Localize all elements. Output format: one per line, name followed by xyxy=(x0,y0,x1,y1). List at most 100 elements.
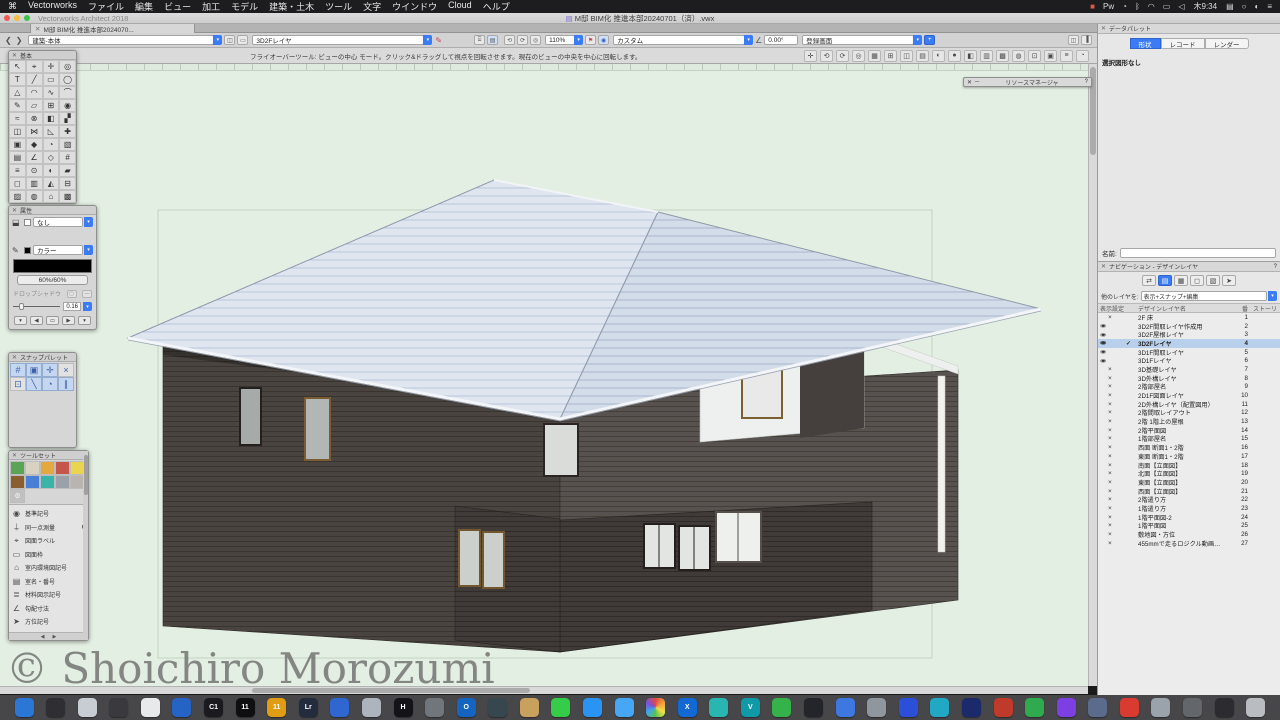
tab-close-icon[interactable]: ✕ xyxy=(35,25,40,33)
mode-icon-button[interactable]: ◍ xyxy=(1012,50,1025,62)
view-back-button[interactable]: ❮ xyxy=(3,36,14,45)
navigation-mode-button[interactable]: ⇄ xyxy=(1142,275,1156,286)
menu-item[interactable]: ビュー xyxy=(164,0,191,13)
dock-app-icon[interactable]: H xyxy=(394,698,413,717)
layer-row[interactable]: ◉× ✓ 北面【立面図】 19 xyxy=(1098,469,1280,478)
menubar-icon[interactable]: ▤ xyxy=(1226,2,1234,11)
rotate-left-button[interactable]: ⟲ xyxy=(504,35,515,45)
layer-name[interactable]: 3D1Fレイヤ xyxy=(1138,356,1232,365)
edit-pen-icon[interactable]: ✎ xyxy=(435,36,442,45)
tool-button[interactable]: ⊞ xyxy=(43,99,60,112)
dock-app-icon[interactable] xyxy=(772,698,791,717)
tool-button[interactable]: ▰ xyxy=(59,164,76,177)
publish-button[interactable]: ▤ xyxy=(487,35,498,45)
toolset-scrollbar[interactable] xyxy=(83,451,88,640)
tool-button[interactable]: ◆ xyxy=(26,138,43,151)
dock-app-icon[interactable] xyxy=(488,698,507,717)
layer-row[interactable]: ◉× ✓ 2階遣り方 22 xyxy=(1098,495,1280,504)
layer-visibility-cell[interactable]: ◉× xyxy=(1100,505,1126,512)
data-palette-tab[interactable]: 形状 xyxy=(1130,38,1161,49)
layer-visibility-dropdown[interactable]: 表示+スナップ+編集 xyxy=(1141,291,1268,301)
dock-app-icon[interactable] xyxy=(15,698,34,717)
layer-visibility-cell[interactable]: ◉× xyxy=(1100,375,1126,382)
dock-app-icon[interactable] xyxy=(425,698,444,717)
layer-visibility-cell[interactable]: ◉× xyxy=(1100,531,1126,538)
layer-visibility-cell[interactable]: ◉× xyxy=(1100,479,1126,486)
navigation-mode-button[interactable]: ➤ xyxy=(1222,275,1236,286)
dock-app-icon[interactable]: C1 xyxy=(204,698,223,717)
navigation-mode-button[interactable]: ▤ xyxy=(1158,275,1172,286)
layer-name[interactable]: 3D外構レイヤ xyxy=(1138,374,1232,383)
tool-button[interactable]: ⊟ xyxy=(59,177,76,190)
tool-button[interactable]: ⌖ xyxy=(26,60,43,73)
layer-row[interactable]: ◉× ✓ 南面【立面図】 18 xyxy=(1098,461,1280,470)
layer-name[interactable]: 2F 床 xyxy=(1138,313,1232,322)
menubar-icon[interactable]: ○ xyxy=(1242,2,1247,11)
resource-close-icon[interactable]: ✕ xyxy=(967,79,972,86)
layer-options-button[interactable]: ▭ xyxy=(237,35,248,45)
tool-button[interactable]: ◍ xyxy=(26,190,43,203)
window-left-1[interactable] xyxy=(240,388,261,445)
layer-row[interactable]: ◉× ✓ 1階部屋名 15 xyxy=(1098,435,1280,444)
hidden-x-icon[interactable]: × xyxy=(1108,383,1112,390)
tool-button[interactable]: ≈ xyxy=(9,112,26,125)
render-dropdown-arrow[interactable]: ▾ xyxy=(744,35,753,45)
tool-button[interactable]: ⌒ xyxy=(59,86,76,99)
menu-item[interactable]: 建築・土木 xyxy=(269,0,314,13)
toolset-tool-item[interactable]: ➤ 方位記号 xyxy=(9,615,88,629)
pen-dropdown-arrow[interactable]: ▾ xyxy=(84,245,93,255)
attribute-nav-button[interactable]: ▶ xyxy=(62,316,75,325)
eye-icon[interactable]: ◉ xyxy=(1100,332,1106,337)
layer-visibility-cell[interactable]: ◉× xyxy=(1100,339,1126,347)
tool-button[interactable]: ∿ xyxy=(43,86,60,99)
status-icon[interactable]: ◁ xyxy=(1178,2,1184,11)
hscroll-thumb[interactable] xyxy=(252,688,530,693)
layer-name[interactable]: 東面【立面図】 xyxy=(1138,478,1232,487)
layer-row[interactable]: ◉× ✓ 2階平面図 14 xyxy=(1098,426,1280,435)
hidden-x-icon[interactable]: × xyxy=(1108,409,1112,416)
slider-value-field[interactable]: 0.16 xyxy=(63,302,81,311)
palette-close-icon[interactable]: ✕ xyxy=(12,452,17,459)
dock-app-icon[interactable] xyxy=(1183,698,1202,717)
hidden-x-icon[interactable]: × xyxy=(1108,418,1112,425)
hidden-x-icon[interactable]: × xyxy=(1108,453,1112,460)
menubar-icon[interactable]: ≡ xyxy=(1267,2,1272,11)
mode-icon-button[interactable]: ▦ xyxy=(868,50,881,62)
layer-row[interactable]: ◉× ✓ 1階平面図 25 xyxy=(1098,522,1280,531)
menu-item[interactable]: 加工 xyxy=(202,0,220,13)
layer-name[interactable]: 北面【立面図】 xyxy=(1138,469,1232,478)
dock-app-icon[interactable] xyxy=(1215,698,1234,717)
mode-icon-button[interactable]: ▣ xyxy=(1044,50,1057,62)
navigation-mode-button[interactable]: ▧ xyxy=(1206,275,1220,286)
window-split-button[interactable]: ◫ xyxy=(1068,35,1079,45)
pen-style-dropdown[interactable]: カラー xyxy=(33,245,83,255)
tool-button[interactable]: T xyxy=(9,73,26,86)
tool-button[interactable]: ◯ xyxy=(59,73,76,86)
canvas-horizontal-scrollbar[interactable] xyxy=(0,686,1088,694)
resource-manager-bar[interactable]: ✕ ─ リソースマネージャ ? xyxy=(963,77,1092,87)
dock-app-icon[interactable] xyxy=(172,698,191,717)
tool-button[interactable]: ◧ xyxy=(43,112,60,125)
dock-app-icon[interactable] xyxy=(362,698,381,717)
rotation-angle-field[interactable]: 0.00° xyxy=(764,35,798,45)
layer-visibility-cell[interactable]: ◉× xyxy=(1100,427,1126,434)
visibility-eye-button[interactable]: ◉ xyxy=(598,35,609,45)
window-wing-2[interactable] xyxy=(483,532,504,588)
status-icon[interactable]: ■ xyxy=(1090,2,1095,11)
layer-name[interactable]: 1階平面図 xyxy=(1138,521,1232,530)
layer-visibility-cell[interactable]: ◉× xyxy=(1100,540,1126,547)
mode-icon-button[interactable]: ⟲ xyxy=(820,50,833,62)
palette-close-icon[interactable]: ✕ xyxy=(12,52,17,59)
toolset-scroll-left[interactable]: ◀ xyxy=(41,634,45,640)
layer-visibility-cell[interactable]: ◉× xyxy=(1100,453,1126,460)
toolset-tool-item[interactable]: ◉ 基準記号 xyxy=(9,507,88,521)
dock-app-icon[interactable] xyxy=(1057,698,1076,717)
hidden-x-icon[interactable]: × xyxy=(1108,375,1112,382)
layer-name[interactable]: 東面 断面1・2階 xyxy=(1138,452,1232,461)
snap-toggle-button[interactable]: ⊡ xyxy=(10,377,26,391)
tool-button[interactable]: ∠ xyxy=(26,151,43,164)
view-forward-button[interactable]: ❯ xyxy=(14,36,25,45)
toolset-category-button[interactable] xyxy=(40,475,55,489)
tool-button[interactable]: ╱ xyxy=(26,73,43,86)
layer-visibility-cell[interactable]: ◉× xyxy=(1100,514,1126,521)
